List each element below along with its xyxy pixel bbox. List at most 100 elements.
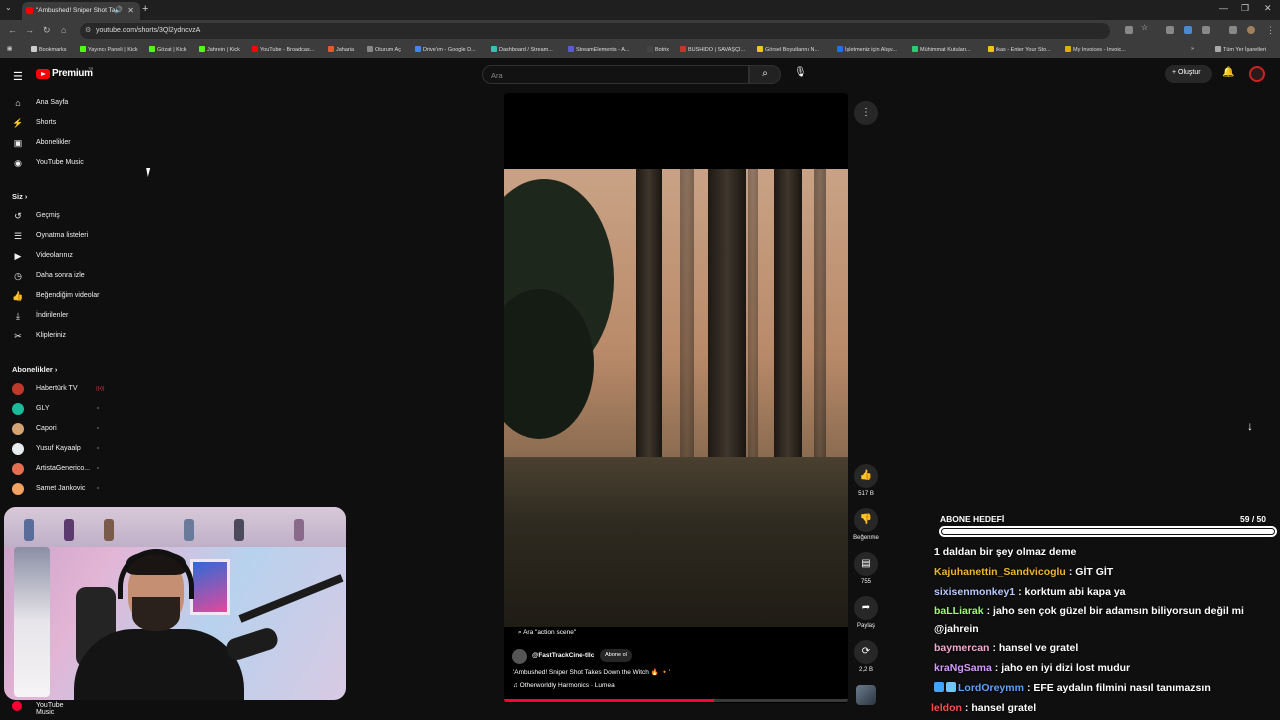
extensions-puzzle-icon[interactable] <box>1202 26 1210 34</box>
comments-button[interactable]: ▤ 755 <box>852 552 880 585</box>
liked-icon: 👍 <box>12 291 24 301</box>
menu-hamburger-icon[interactable]: ☰ <box>13 70 23 83</box>
more-bookmarks-icon[interactable]: » <box>1191 46 1194 52</box>
search-suggestion[interactable]: ⌕ Ara "action scene" <box>518 629 576 637</box>
extension-icon[interactable] <box>1184 26 1192 34</box>
share-button[interactable]: ➦ Paylaş <box>852 596 880 629</box>
bookmark-item[interactable]: YouTube - Broadcas... <box>252 46 314 53</box>
chat-username: leldon <box>931 702 962 714</box>
bookmark-item[interactable]: ikas - Enter Your Sto... <box>988 46 1051 53</box>
maximize-icon[interactable]: ❐ <box>1241 3 1249 14</box>
sidebar-icon[interactable] <box>1229 26 1237 34</box>
dislike-icon: 👎 <box>854 508 878 532</box>
bookmark-item[interactable]: My Invoices - Invoic... <box>1065 46 1126 53</box>
channel-avatar <box>12 463 24 475</box>
search-button[interactable]: ⌕ <box>749 65 781 84</box>
chat-username: LordOreymm <box>958 682 1024 694</box>
chat-message: Kajuhanettin_Sandvicoglu: GİT GİT <box>934 566 1274 578</box>
minimize-icon[interactable]: — <box>1219 3 1228 13</box>
share-icon: ➦ <box>854 596 878 620</box>
url-field[interactable]: ⚙ youtube.com/shorts/3Ql2ydncvzA <box>80 23 1110 39</box>
search-input[interactable]: Ara <box>482 65 749 84</box>
home-browser-icon[interactable]: ⌂ <box>61 25 66 35</box>
dislike-label: Beğenme <box>853 535 879 541</box>
extension-icon[interactable] <box>1166 26 1174 34</box>
sound-thumbnail[interactable] <box>856 685 876 705</box>
youtube-music-icon <box>12 701 22 711</box>
bookmark-item[interactable]: BUSHIDO | SAVAŞÇI... <box>680 46 745 53</box>
remix-icon: ⟳ <box>854 640 878 664</box>
chat-message: leldon: hansel gratel <box>931 702 1271 714</box>
chat-message: 1 daldan bir şey olmaz deme <box>934 546 1274 558</box>
bookmark-item[interactable]: Görsel Boyutlarını N... <box>757 46 819 53</box>
bookmark-item[interactable]: Jaharia <box>328 46 354 53</box>
bookmark-item[interactable]: Botrix <box>647 46 669 53</box>
chat-text: : GİT GİT <box>1068 566 1114 578</box>
sidebar-item-label: Beğendiğim videolar <box>36 292 100 299</box>
create-button[interactable]: + Oluştur <box>1165 65 1212 83</box>
more-options-button[interactable]: ⋮ <box>854 101 878 125</box>
bookmarks-bar: ▦ Bookmarks Yayıncı Paneli | Kick Gözat … <box>0 42 1280 58</box>
cast-icon[interactable] <box>1125 26 1133 34</box>
chat-message: baymercan: hansel ve gratel <box>934 642 1274 654</box>
channel-avatar <box>12 423 24 435</box>
remix-button[interactable]: ⟳ 2,2 B <box>852 640 880 673</box>
bookmark-star-icon[interactable]: ☆ <box>1141 23 1149 32</box>
new-content-dot <box>97 447 99 449</box>
next-video-arrow-icon[interactable]: ↓ <box>1247 419 1253 433</box>
live-icon: ((•)) <box>96 386 105 392</box>
bookmark-item[interactable]: Mühimmat Kutuları... <box>912 46 971 53</box>
notifications-bell-icon[interactable]: 🔔 <box>1222 67 1234 78</box>
account-avatar[interactable] <box>1249 66 1265 82</box>
back-icon[interactable]: ← <box>8 25 17 35</box>
tab-search-icon[interactable]: ⌄ <box>5 3 12 12</box>
bookmark-item[interactable]: Dashboard / Stream... <box>491 46 553 53</box>
profile-avatar[interactable] <box>1247 26 1255 34</box>
bookmark-item[interactable]: Yayıncı Paneli | Kick <box>80 46 138 53</box>
shorts-video-player[interactable]: ⌕ Ara "action scene" @FastTrackCine-tllc… <box>504 93 848 703</box>
reload-icon[interactable]: ↻ <box>43 25 51 36</box>
video-frame-forest <box>504 169 848 627</box>
chat-text: 1 daldan bir şey olmaz deme <box>934 546 1077 558</box>
bookmark-item[interactable]: Bookmarks <box>31 46 67 53</box>
apps-icon[interactable]: ▦ <box>7 46 12 52</box>
remix-label: 2,2 B <box>858 667 873 673</box>
all-bookmarks-folder[interactable]: Tüm Yer İşaretleri <box>1215 46 1266 53</box>
chat-message: @jahrein <box>934 623 1274 635</box>
chat-text: : korktum abi kapa ya <box>1018 586 1126 598</box>
bookmark-item[interactable]: Gözat | Kick <box>149 46 187 53</box>
like-button[interactable]: 👍 517 B <box>852 464 880 497</box>
dislike-button[interactable]: 👎 Beğenme <box>852 508 880 541</box>
speaker-icon[interactable]: 🔊 <box>114 6 123 14</box>
sidebar-item-label: Abonelikler <box>36 139 71 146</box>
bookmark-item[interactable]: Oturum Aç <box>367 46 401 53</box>
channel-avatar <box>12 483 24 495</box>
bookmark-item[interactable]: Jahrein | Kick <box>199 46 240 53</box>
sidebar-heading-you[interactable]: Siz › <box>12 192 27 201</box>
channel-avatar <box>12 403 24 415</box>
voice-search-icon[interactable]: 🎙 <box>794 67 807 78</box>
site-info-icon[interactable]: ⚙ <box>85 26 91 34</box>
chat-text: : jaho sen çok güzel bir adamsın biliyor… <box>986 605 1244 617</box>
video-music[interactable]: ♫ Otherworldly Harmonics · Lumea <box>513 682 615 689</box>
close-tab-icon[interactable]: ✕ <box>127 6 134 15</box>
channel-name: Habertürk TV <box>36 385 78 392</box>
your-videos-icon: ▶ <box>14 251 22 261</box>
browser-tab[interactable]: "Ambushed! Sniper Shot Ta 🔊 ✕ <box>22 2 140 20</box>
bookmark-item[interactable]: İşletmeniz için Alışv... <box>837 46 897 53</box>
browser-menu-icon[interactable]: ⋮ <box>1266 25 1275 36</box>
sidebar-item-label: Geçmiş <box>36 212 60 219</box>
subscribe-button[interactable]: Abone ol <box>600 649 632 662</box>
sidebar-item-label: Daha sonra izle <box>36 272 85 279</box>
channel-avatar[interactable] <box>512 649 527 664</box>
sidebar-heading-subscriptions[interactable]: Abonelikler › <box>12 365 57 374</box>
video-progress-bar[interactable] <box>504 699 848 702</box>
channel-name[interactable]: @FastTrackCine-tllc <box>532 652 594 659</box>
window-close-icon[interactable]: ✕ <box>1264 3 1272 14</box>
bookmark-item[interactable]: StreamElements - A... <box>568 46 630 53</box>
home-icon: ⌂ <box>15 98 21 108</box>
forward-icon[interactable]: → <box>25 25 34 35</box>
video-title[interactable]: 'Ambushed! Sniper Shot Takes Down the Wi… <box>513 668 670 676</box>
new-tab-button[interactable]: + <box>142 3 148 15</box>
bookmark-item[interactable]: Drive'ım - Google D... <box>415 46 476 53</box>
